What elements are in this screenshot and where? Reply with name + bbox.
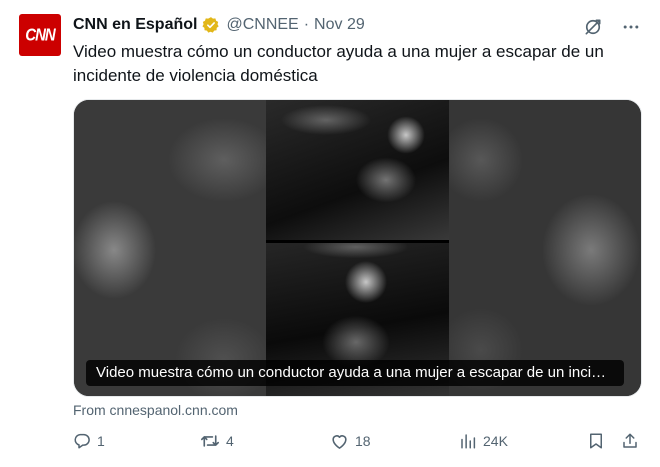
video-thumbnail[interactable] [266,100,449,396]
link-source[interactable]: From cnnespanol.cnn.com [73,402,238,418]
tweet-text: Video muestra cómo un conductor ayuda a … [73,42,604,85]
action-bar: 1 4 18 24K [73,432,641,454]
reply-count: 1 [97,433,105,449]
frame-divider [266,240,449,243]
author-handle[interactable]: @CNNEE [226,16,298,34]
video-blur-left [74,100,274,396]
tweet-timestamp[interactable]: Nov 29 [314,16,365,34]
media-caption: Video muestra cómo un conductor ayuda a … [86,360,624,386]
separator-dot: · [303,16,310,33]
bookmark-button[interactable] [587,432,605,450]
retweet-icon [200,432,220,450]
share-button[interactable] [621,432,639,450]
views-count: 24K [483,433,508,449]
tweet-header: CNN en Español @CNNEE · Nov 29 [73,16,365,34]
more-dots-icon[interactable] [620,16,642,38]
reply-icon [73,432,91,450]
heart-icon [330,432,349,450]
like-count: 18 [355,433,371,449]
verified-badge-icon[interactable] [202,16,220,34]
bookmark-icon [587,432,605,450]
grok-icon[interactable] [582,16,604,38]
avatar-logo: CNN [25,25,55,45]
retweet-button[interactable]: 4 [200,432,234,450]
top-right-actions [582,16,642,38]
retweet-count: 4 [226,433,234,449]
avatar[interactable]: CNN [19,14,61,56]
video-frame-top [266,100,449,242]
share-icon [621,432,639,450]
views-chart-icon [459,432,477,450]
video-card[interactable]: Video muestra cómo un conductor ayuda a … [73,99,642,397]
author-name[interactable]: CNN en Español [73,16,197,34]
views-button[interactable]: 24K [459,432,508,450]
like-button[interactable]: 18 [330,432,371,450]
tweet[interactable]: CNN CNN en Español @CNNEE · Nov 29 Video… [0,0,660,467]
reply-button[interactable]: 1 [73,432,105,450]
video-blur-right [441,100,641,396]
